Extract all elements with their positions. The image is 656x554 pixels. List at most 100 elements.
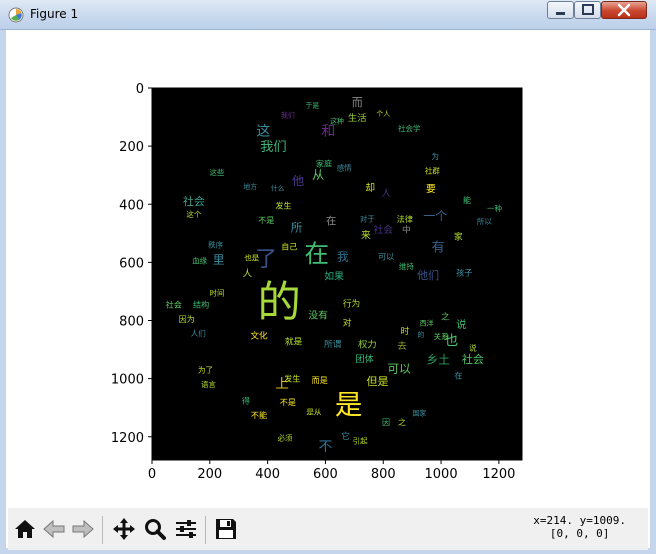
x-tick-label: 400	[255, 467, 280, 482]
word-cloud-word: 乡土	[427, 353, 450, 367]
save-button[interactable]	[212, 514, 240, 544]
word-cloud-word: 必须	[278, 433, 293, 443]
word-cloud-word: 社群	[425, 165, 440, 175]
pixel-value: [0, 0, 0]	[549, 527, 610, 540]
y-tick-label: 600	[119, 256, 144, 271]
word-cloud-word: 不能	[251, 410, 267, 420]
word-cloud-word: 地方	[243, 182, 257, 191]
word-cloud-word: 我们	[281, 111, 295, 120]
x-tick-label: 1000	[425, 467, 458, 482]
y-tick-label: 1200	[111, 431, 144, 446]
configure-subplots-button[interactable]	[172, 514, 200, 544]
word-cloud-word: 因为	[179, 314, 195, 324]
floppy-disk-icon	[216, 519, 236, 539]
word-cloud-word: 有	[432, 239, 445, 255]
word-cloud-word: 团体	[355, 353, 374, 365]
word-cloud-word: 家庭	[316, 159, 332, 169]
matplotlib-app-icon	[8, 7, 24, 23]
home-button[interactable]	[11, 514, 39, 544]
toolbar-separator	[205, 516, 206, 544]
word-cloud-word: 为	[432, 151, 440, 161]
word-cloud-word: 的	[417, 330, 424, 339]
window-titlebar: Figure 1	[0, 0, 656, 30]
word-cloud-word: 是从	[306, 408, 321, 417]
word-cloud-word: 人	[381, 188, 391, 200]
y-tick-label: 400	[119, 198, 144, 213]
x-tick-label: 200	[197, 467, 222, 482]
home-icon	[15, 520, 35, 538]
word-cloud-word: 就是	[285, 335, 303, 347]
word-cloud-word: 说	[469, 343, 477, 353]
y-tick-label: 1000	[111, 373, 144, 388]
magnifier-icon	[145, 519, 166, 540]
word-cloud-word: 中	[402, 223, 411, 235]
word-cloud-word: 的	[258, 278, 301, 328]
word-cloud-word: 对于	[360, 213, 375, 223]
word-cloud-word: 关系	[434, 331, 449, 341]
word-cloud-word: 这	[256, 123, 270, 140]
word-cloud-word: 我	[337, 250, 349, 264]
word-cloud-word: 但是	[367, 375, 389, 388]
minimize-button[interactable]	[547, 1, 574, 19]
word-cloud-word: 国家	[413, 409, 427, 418]
forward-button[interactable]	[69, 514, 97, 544]
word-cloud-word: 这些	[210, 167, 225, 177]
forward-arrow-icon	[72, 519, 94, 539]
word-cloud-word: 引起	[353, 437, 368, 446]
plot-area: 的是在了这 和我们他 从而生活社会一个有也乡土 社会可以但是上他们如果没有所我里人来社…	[111, 82, 523, 482]
word-cloud-word: 一种	[487, 203, 502, 213]
word-cloud-word: 而	[352, 96, 363, 109]
window-title: Figure 1	[30, 7, 79, 21]
back-arrow-icon	[43, 519, 65, 539]
word-cloud-word: 不是	[280, 397, 296, 407]
word-cloud-word: 什么	[271, 183, 285, 192]
figure-canvas[interactable]: 的是在了这和我们他从而生活 社会 一个有也乡土 社会 可以 但是上他们 如果 没有所我里人来社…	[8, 30, 648, 508]
word-cloud-word: 社会学	[398, 123, 421, 133]
sliders-icon	[176, 520, 196, 538]
move-icon	[113, 518, 135, 540]
pan-button[interactable]	[110, 514, 138, 544]
zoom-button[interactable]	[141, 514, 169, 544]
word-cloud-word: 在	[304, 239, 329, 268]
word-cloud-word: 不	[318, 439, 332, 455]
word-cloud-word: 时间	[210, 287, 225, 297]
word-cloud-word: 一个	[423, 209, 447, 223]
word-cloud-word: 所	[291, 221, 303, 235]
word-cloud-word: 感情	[337, 162, 352, 172]
x-tick-label: 0	[148, 467, 156, 482]
word-cloud-word: 个人	[376, 110, 390, 118]
word-cloud-word: 他	[292, 174, 304, 188]
word-cloud-word: 这种	[330, 116, 344, 125]
word-cloud-word: 得	[242, 395, 250, 405]
word-cloud-word: 之	[398, 417, 406, 427]
y-tick-label: 0	[136, 82, 144, 97]
toolbar-separator	[102, 516, 103, 544]
word-cloud-word: 所谓	[324, 339, 342, 350]
x-tick-label: 800	[371, 467, 396, 482]
navigation-toolbar: x=214. y=1009. [0, 0, 0]	[8, 508, 648, 550]
word-cloud-word: 从	[312, 168, 324, 182]
word-cloud-word: 语言	[201, 379, 216, 389]
word-cloud-word: 在	[326, 216, 336, 228]
word-cloud-word: 能	[463, 195, 471, 205]
word-cloud-word: 人	[243, 269, 252, 280]
word-cloud-word: 于是	[306, 101, 320, 109]
word-cloud-word: 要	[426, 183, 436, 195]
word-cloud-word: 说	[456, 318, 466, 331]
back-button[interactable]	[40, 514, 68, 544]
word-cloud-word: 也是	[244, 253, 259, 263]
word-cloud-word: 社会	[183, 194, 205, 208]
word-cloud-word: 发生	[275, 201, 291, 211]
word-cloud-word: 如果	[324, 269, 344, 282]
word-cloud-word: 不是	[258, 215, 274, 225]
word-cloud-word: 自己	[281, 241, 297, 251]
word-cloud-word: 他们	[417, 268, 439, 282]
word-cloud-word: 文化	[250, 330, 268, 342]
word-cloud-word: 社会	[462, 352, 484, 366]
maximize-button[interactable]	[574, 1, 601, 19]
close-icon	[617, 3, 631, 17]
close-button[interactable]	[601, 1, 647, 19]
word-cloud-word: 为了	[198, 364, 213, 374]
word-cloud-word: 里	[213, 253, 225, 267]
maximize-icon	[582, 4, 594, 15]
